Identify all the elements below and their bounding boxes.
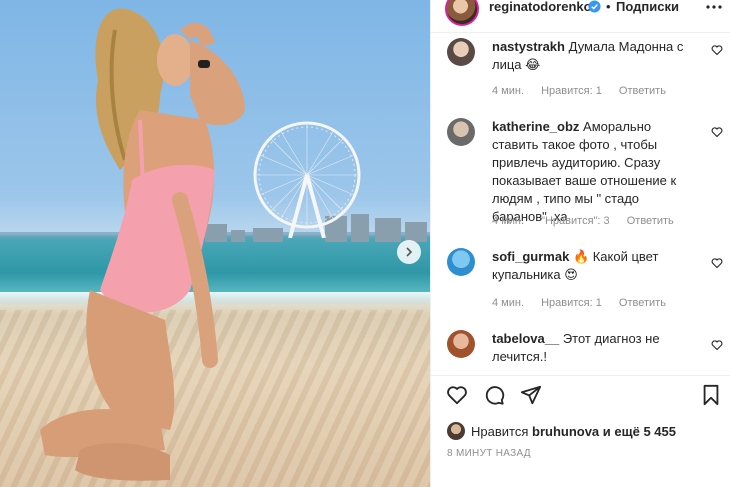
reply-button[interactable]: Ответить	[619, 297, 666, 309]
next-photo-button[interactable]	[397, 240, 421, 264]
comment-likes[interactable]: Нравится: 1	[541, 297, 602, 309]
heart-icon[interactable]	[711, 257, 723, 269]
commenter-username[interactable]: sofi_gurmak	[492, 249, 569, 264]
heart-icon[interactable]	[711, 44, 723, 56]
comment-body: Аморально ставить такое фото , чтобы при…	[492, 119, 677, 224]
bookmark-icon[interactable]	[700, 384, 722, 406]
comment-meta: 4 мин. "Нравится": 3 Ответить	[492, 215, 688, 227]
following-button[interactable]: Подписки	[616, 0, 679, 14]
commenter-username[interactable]: tabelova__	[492, 331, 559, 346]
comment-icon[interactable]	[483, 384, 505, 406]
comment-time[interactable]: 4 мин.	[492, 85, 524, 97]
comment-likes[interactable]: "Нравится": 3	[541, 215, 610, 227]
separator-dot: •	[606, 0, 611, 14]
comment-meta: 4 мин. Нравится: 1 Ответить	[492, 297, 680, 309]
ferris-wheel	[253, 121, 361, 238]
commenter-username[interactable]: nastystrakh	[492, 39, 565, 54]
post-side-panel: reginatodorenko • Подписки nastystrakh Д…	[430, 0, 730, 487]
commenter-avatar[interactable]	[447, 38, 475, 66]
heart-icon[interactable]	[446, 384, 468, 406]
liker-username[interactable]: bruhunova	[532, 424, 599, 439]
commenter-avatar[interactable]	[447, 118, 475, 146]
actions-divider	[431, 375, 730, 376]
likes-count[interactable]: и ещё 5 455	[603, 424, 676, 439]
liker-avatar	[447, 422, 465, 440]
more-options-icon[interactable]	[704, 2, 724, 12]
chevron-right-icon	[406, 247, 413, 257]
heart-icon[interactable]	[711, 126, 723, 138]
comment-text: nastystrakh Думала Мадонна с лица 😂	[492, 38, 697, 74]
comment-text: sofi_gurmak 🔥 Какой цвет купальника 😍	[492, 248, 697, 284]
post-photo[interactable]	[0, 0, 430, 487]
commenter-username[interactable]: katherine_obz	[492, 119, 579, 134]
commenter-avatar[interactable]	[447, 330, 475, 358]
comment-text: tabelova__ Этот диагноз не лечится.!	[492, 330, 697, 366]
post-header: reginatodorenko • Подписки	[431, 0, 730, 32]
commenter-avatar[interactable]	[447, 248, 475, 276]
reply-button[interactable]: Ответить	[619, 85, 666, 97]
post-timestamp[interactable]: 8 МИНУТ НАЗАД	[447, 448, 531, 459]
header-divider	[431, 32, 730, 33]
author-username[interactable]: reginatodorenko	[489, 0, 592, 14]
paper-plane-icon[interactable]	[520, 384, 542, 406]
comment-time[interactable]: 4 мин.	[492, 297, 524, 309]
author-avatar[interactable]	[445, 0, 479, 26]
likes-prefix: Нравится	[471, 423, 529, 439]
comment-meta: 4 мин. Нравится: 1 Ответить	[492, 85, 680, 97]
comment-likes[interactable]: Нравится: 1	[541, 85, 602, 97]
comment-time[interactable]: 4 мин.	[492, 215, 524, 227]
comment-text: katherine_obz Аморально ставить такое фо…	[492, 118, 697, 226]
heart-icon[interactable]	[711, 339, 723, 351]
reply-button[interactable]: Ответить	[627, 215, 674, 227]
verified-badge-icon	[588, 0, 601, 13]
model-figure	[40, 8, 245, 481]
likes-summary[interactable]: Нравится bruhunova и ещё 5 455	[447, 421, 676, 441]
